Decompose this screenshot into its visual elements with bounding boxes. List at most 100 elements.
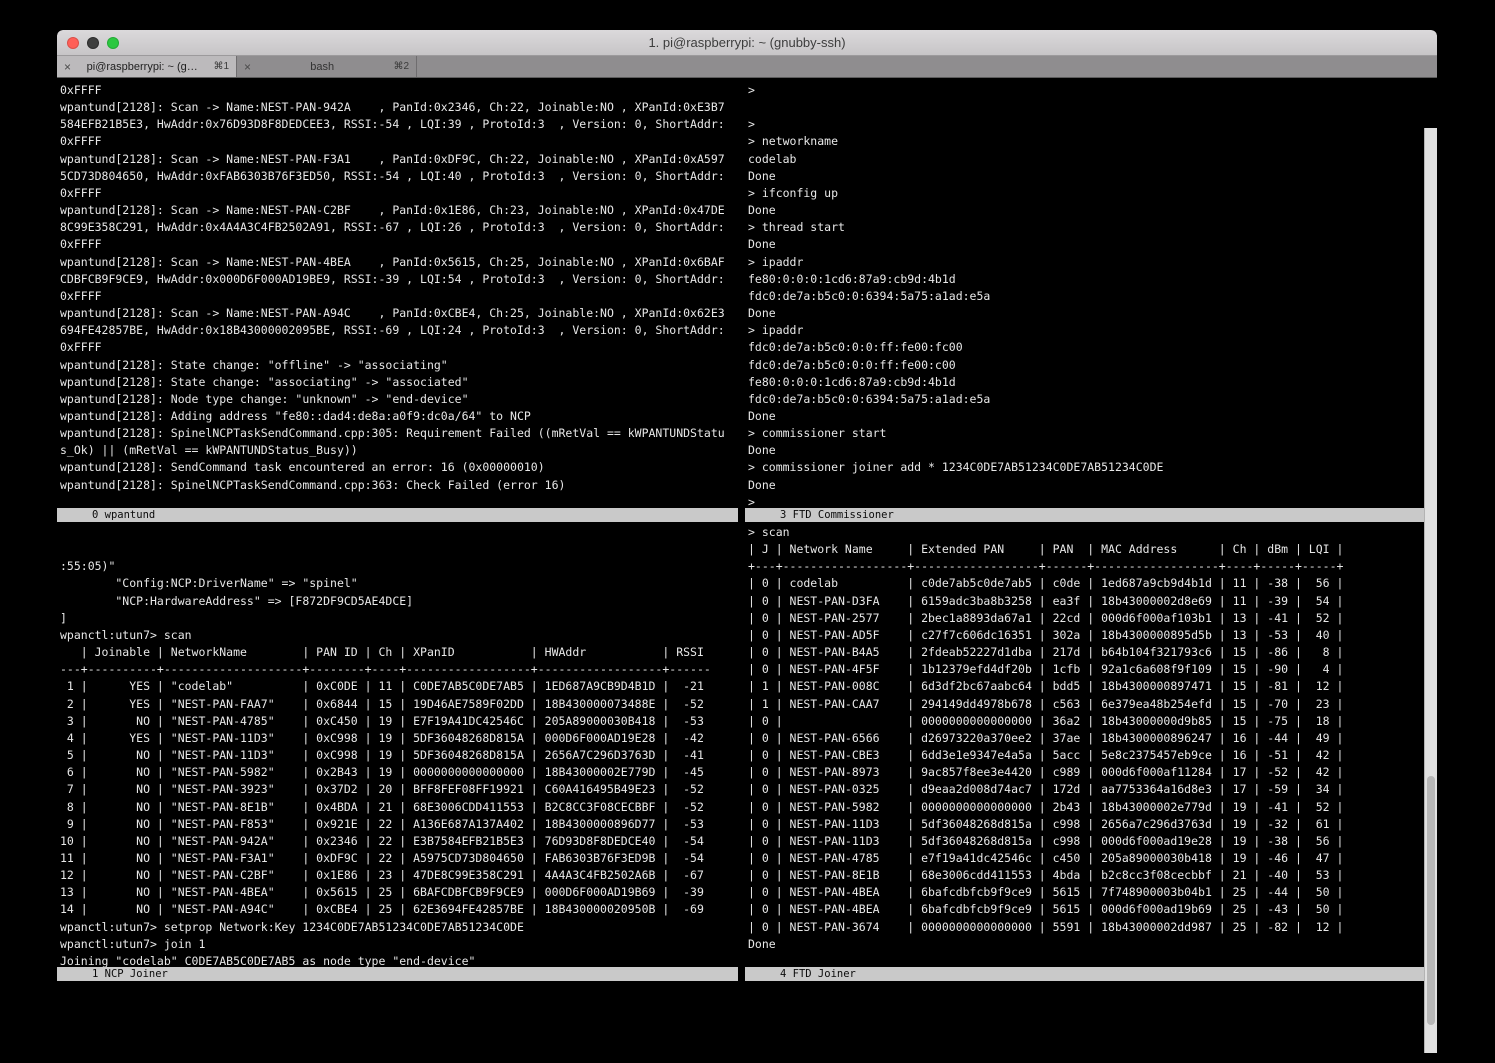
terminal-line: | 0 | NEST-PAN-8E1B | 68e3006cdd411553 |… (748, 867, 1424, 884)
terminal-line: 8C99E358C291, HwAddr:0x4A4A3C4FB2502A91,… (60, 219, 738, 236)
terminal-line: 0xFFFF (60, 82, 738, 99)
terminal-line: Joining "codelab" C0DE7AB5C0DE7AB5 as no… (60, 953, 738, 967)
tab-ssh-session[interactable]: × pi@raspberrypi: ~ (g… ⌘1 (57, 56, 237, 77)
terminal-line: ] (60, 610, 738, 627)
terminal-line: > commissioner joiner add * 1234C0DE7AB5… (748, 459, 1424, 476)
terminal-line: wpantund[2128]: SendCommand task encount… (60, 459, 738, 476)
terminal-line: wpantund[2128]: Node type change: "unkno… (60, 391, 738, 408)
terminal-line: > thread start (748, 219, 1424, 236)
pane-status-wpantund: 0 wpantund (57, 508, 738, 522)
terminal-line: | 0 | | 0000000000000000 | 36a2 | 18b430… (748, 713, 1424, 730)
terminal-line: 14 | NO | "NEST-PAN-A94C" | 0xCBE4 | 25 … (60, 901, 738, 918)
terminal-window: 1. pi@raspberrypi: ~ (gnubby-ssh) × pi@r… (57, 30, 1437, 1053)
terminal-line: > (748, 494, 1424, 508)
terminal-line: 0xFFFF (60, 133, 738, 150)
terminal-line: Done (748, 442, 1424, 459)
pane-status-ncp-joiner: 1 NCP Joiner (57, 967, 738, 981)
terminal-line: 0xFFFF (60, 185, 738, 202)
terminal-line: 6 | NO | "NEST-PAN-5982" | 0x2B43 | 19 |… (60, 764, 738, 781)
pane-status-ftd-joiner: 4 FTD Joiner (745, 967, 1424, 981)
terminal-line: wpantund[2128]: SpinelNCPTaskSendCommand… (60, 477, 738, 494)
terminal-line: | 0 | NEST-PAN-4F5F | 1b12379efd4df20b |… (748, 661, 1424, 678)
terminal-line: Done (748, 202, 1424, 219)
terminal-line: 11 | NO | "NEST-PAN-F3A1" | 0xDF9C | 22 … (60, 850, 738, 867)
terminal-line: Done (748, 168, 1424, 185)
terminal-line: 0xFFFF (60, 288, 738, 305)
terminal-line: wpantund[2128]: Scan -> Name:NEST-PAN-A9… (60, 305, 738, 322)
terminal-line: | 0 | NEST-PAN-AD5F | c27f7c606dc16351 |… (748, 627, 1424, 644)
terminal-line: fdc0:de7a:b5c0:0:0:ff:fe00:c00 (748, 357, 1424, 374)
terminal-line: Done (748, 236, 1424, 253)
terminal-line: | 0 | NEST-PAN-11D3 | 5df36048268d815a |… (748, 833, 1424, 850)
terminal-line: | 0 | NEST-PAN-2577 | 2bec1a8893da67a1 |… (748, 610, 1424, 627)
terminal-line: 13 | NO | "NEST-PAN-4BEA" | 0x5615 | 25 … (60, 884, 738, 901)
terminal-line: s_Ok) || (mRetVal == kWPANTUNDStatus_Bus… (60, 442, 738, 459)
terminal-line: | 0 | NEST-PAN-D3FA | 6159adc3ba8b3258 |… (748, 593, 1424, 610)
terminal-line: wpantund[2128]: Scan -> Name:NEST-PAN-F3… (60, 151, 738, 168)
terminal-line: | 0 | NEST-PAN-0325 | d9eaa2d008d74ac7 |… (748, 781, 1424, 798)
terminal-line: wpantund[2128]: SpinelNCPTaskSendCommand… (60, 425, 738, 442)
terminal-line: > scan (748, 524, 1424, 541)
window-titlebar[interactable]: 1. pi@raspberrypi: ~ (gnubby-ssh) (57, 30, 1437, 56)
pane-wpantund[interactable]: 0xFFFFwpantund[2128]: Scan -> Name:NEST-… (57, 79, 738, 508)
terminal-line: 7 | NO | "NEST-PAN-3923" | 0x37D2 | 20 |… (60, 781, 738, 798)
terminal-line: wpanctl:utun7> join 1 (60, 936, 738, 953)
terminal-line: wpantund[2128]: Scan -> Name:NEST-PAN-4B… (60, 254, 738, 271)
terminal-line: 5 | NO | "NEST-PAN-11D3" | 0xC998 | 19 |… (60, 747, 738, 764)
terminal-line: 5CD73D804650, HwAddr:0xFAB6303B76F3ED50,… (60, 168, 738, 185)
terminal-line: fdc0:de7a:b5c0:0:6394:5a75:a1ad:e5a (748, 391, 1424, 408)
terminal-line: wpantund[2128]: Scan -> Name:NEST-PAN-C2… (60, 202, 738, 219)
zoom-button[interactable] (107, 37, 119, 49)
terminal-line: ---+----------+--------------------+----… (60, 661, 738, 678)
tab-close-icon[interactable]: × (244, 56, 251, 78)
terminal-line: > commissioner start (748, 425, 1424, 442)
terminal-line: codelab (748, 151, 1424, 168)
tab-close-icon[interactable]: × (64, 56, 71, 78)
terminal-line: | 0 | NEST-PAN-11D3 | 5df36048268d815a |… (748, 816, 1424, 833)
pane-ncp-joiner[interactable]: :55:05)" "Config:NCP:DriverName" => "spi… (57, 522, 738, 967)
terminal-output: :55:05)" "Config:NCP:DriverName" => "spi… (60, 558, 738, 967)
terminal-line: | 1 | NEST-PAN-008C | 6d3df2bc67aabc64 |… (748, 678, 1424, 695)
traffic-lights (67, 37, 119, 49)
terminal-line: | Joinable | NetworkName | PAN ID | Ch |… (60, 644, 738, 661)
terminal-line: | 0 | NEST-PAN-4BEA | 6bafcdbfcb9f9ce9 |… (748, 901, 1424, 918)
minimize-button[interactable] (87, 37, 99, 49)
tab-shortcut: ⌘1 (213, 61, 229, 72)
terminal-line: wpantund[2128]: State change: "associati… (60, 374, 738, 391)
terminal-line: | 0 | NEST-PAN-CBE3 | 6dd3e1e9347e4a5a |… (748, 747, 1424, 764)
terminal-line: "Config:NCP:DriverName" => "spinel" (60, 575, 738, 592)
terminal-line: > networkname (748, 133, 1424, 150)
terminal-line: | 0 | codelab | c0de7ab5c0de7ab5 | c0de … (748, 575, 1424, 592)
terminal-line: CDBFCB9F9CE9, HwAddr:0x000D6F000AD19BE9,… (60, 271, 738, 288)
terminal-line: > (748, 116, 1424, 133)
close-button[interactable] (67, 37, 79, 49)
terminal-line: Done (748, 408, 1424, 425)
pane-ftd-commissioner[interactable]: > >> networknamecodelabDone> ifconfig up… (745, 79, 1424, 508)
terminal-line: 12 | NO | "NEST-PAN-C2BF" | 0x1E86 | 23 … (60, 867, 738, 884)
terminal-line: > (748, 82, 1424, 99)
tab-bash[interactable]: × bash ⌘2 (237, 56, 417, 77)
terminal-line: 1 | YES | "codelab" | 0xC0DE | 11 | C0DE… (60, 678, 738, 695)
terminal-line: | 1 | NEST-PAN-CAA7 | 294149dd4978b678 |… (748, 696, 1424, 713)
terminal-content: 0xFFFFwpantund[2128]: Scan -> Name:NEST-… (57, 79, 1437, 1053)
terminal-line: +---+------------------+----------------… (748, 558, 1424, 575)
window-title: 1. pi@raspberrypi: ~ (gnubby-ssh) (57, 30, 1437, 55)
terminal-line: > ipaddr (748, 254, 1424, 271)
terminal-line: 584EFB21B5E3, HwAddr:0x76D93D8F8DEDCEE3,… (60, 116, 738, 133)
terminal-line: 9 | NO | "NEST-PAN-F853" | 0x921E | 22 |… (60, 816, 738, 833)
terminal-line: 2 | YES | "NEST-PAN-FAA7" | 0x6844 | 15 … (60, 696, 738, 713)
terminal-line: wpantund[2128]: Adding address "fe80::da… (60, 408, 738, 425)
scrollbar-thumb[interactable] (1427, 776, 1435, 1026)
terminal-line: | 0 | NEST-PAN-3674 | 0000000000000000 |… (748, 919, 1424, 936)
terminal-line: wpanctl:utun7> setprop Network:Key 1234C… (60, 919, 738, 936)
pane-status-ftd-commissioner: 3 FTD Commissioner (745, 508, 1424, 522)
terminal-line: | 0 | NEST-PAN-5982 | 0000000000000000 |… (748, 799, 1424, 816)
terminal-line: 3 | NO | "NEST-PAN-4785" | 0xC450 | 19 |… (60, 713, 738, 730)
terminal-line: fe80:0:0:0:1cd6:87a9:cb9d:4b1d (748, 374, 1424, 391)
terminal-line: fdc0:de7a:b5c0:0:6394:5a75:a1ad:e5a (748, 288, 1424, 305)
terminal-line: "NCP:HardwareAddress" => [F872DF9CD5AE4D… (60, 593, 738, 610)
scrollbar[interactable] (1424, 128, 1437, 1053)
terminal-line: 4 | YES | "NEST-PAN-11D3" | 0xC998 | 19 … (60, 730, 738, 747)
screen: 1. pi@raspberrypi: ~ (gnubby-ssh) × pi@r… (0, 0, 1495, 1063)
pane-ftd-joiner[interactable]: > scan| J | Network Name | Extended PAN … (745, 522, 1424, 967)
